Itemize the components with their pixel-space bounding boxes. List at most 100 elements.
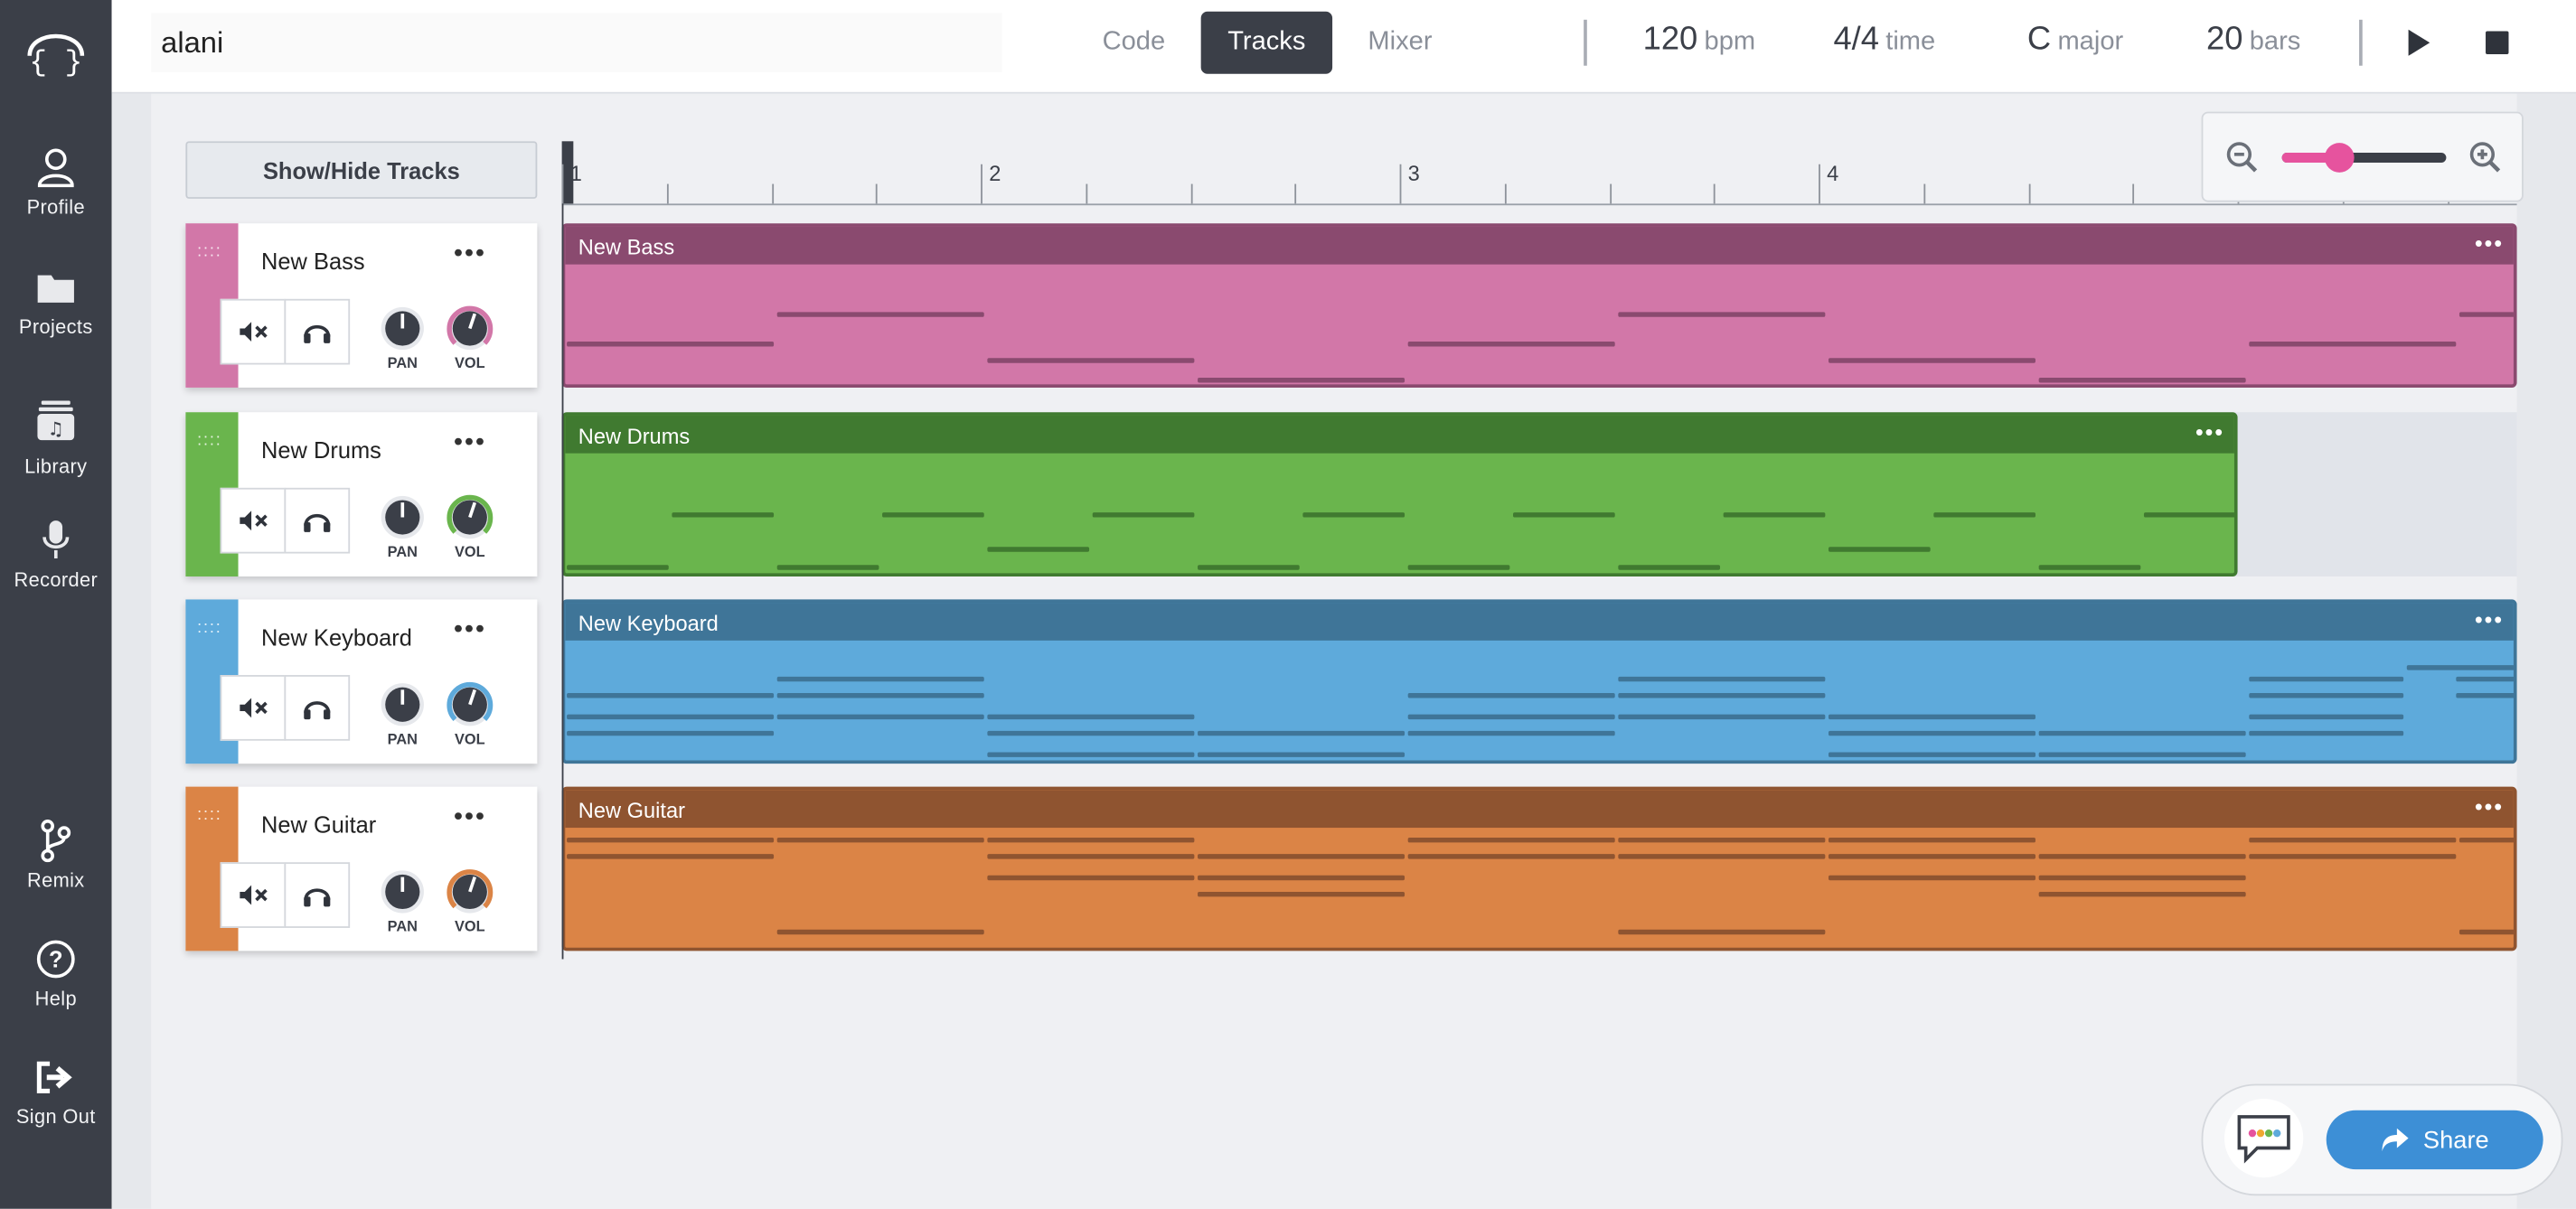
drag-handle-icon[interactable]: ::::	[197, 620, 227, 636]
pan-knob[interactable]	[378, 304, 428, 361]
share-arrow-icon	[2382, 1128, 2409, 1152]
sidebar-item-recorder[interactable]: Recorder	[0, 520, 112, 591]
beat-tick	[1609, 183, 1612, 204]
share-button[interactable]: Share	[2326, 1110, 2543, 1170]
note-bar	[987, 752, 1195, 757]
drag-handle-icon[interactable]: ::::	[197, 244, 227, 260]
sidebar-item-label: Projects	[18, 314, 93, 339]
mute-button[interactable]	[220, 298, 287, 365]
more-options-icon[interactable]: •••	[452, 804, 488, 834]
pan-knob[interactable]	[378, 867, 428, 925]
clip-more-options-icon[interactable]: •••	[2475, 231, 2504, 254]
volume-knob[interactable]	[446, 492, 495, 550]
note-bar	[2458, 312, 2514, 317]
zoom-out-icon[interactable]	[2226, 141, 2259, 182]
sidebar-item-help[interactable]: ? Help	[0, 940, 112, 1010]
solo-button[interactable]	[284, 675, 351, 741]
clip-header[interactable]: New Keyboard •••	[565, 603, 2514, 641]
stop-icon[interactable]	[2481, 26, 2514, 59]
volume-knob[interactable]	[446, 304, 495, 361]
svg-text:♫: ♫	[48, 417, 64, 439]
clip-header[interactable]: New Bass •••	[565, 226, 2514, 265]
zoom-in-icon[interactable]	[2469, 141, 2502, 182]
sidebar-item-projects[interactable]: Projects	[0, 267, 112, 338]
mute-button[interactable]	[220, 675, 287, 741]
beat-tick	[771, 183, 774, 204]
note-bar	[1828, 358, 2036, 363]
clip-drums[interactable]: New Drums •••	[561, 412, 2238, 576]
bar-tick	[981, 164, 982, 204]
time-signature-display[interactable]: 4/4 time	[1833, 22, 1935, 60]
track-name[interactable]: New Drums	[261, 436, 381, 463]
volume-knob[interactable]	[446, 679, 495, 737]
track-name[interactable]: New Keyboard	[261, 624, 412, 651]
pan-knob[interactable]	[378, 679, 428, 737]
mute-button[interactable]	[220, 862, 287, 928]
more-options-icon[interactable]: •••	[452, 240, 488, 271]
clip-keyboard[interactable]: New Keyboard •••	[561, 599, 2517, 764]
track-header-drums[interactable]: :::: New Drums ••• PAN VOL	[185, 412, 538, 576]
note-bar	[776, 693, 984, 698]
solo-button[interactable]	[284, 862, 351, 928]
track-header-guitar[interactable]: :::: New Guitar ••• PAN VOL	[185, 786, 538, 951]
note-bar	[2249, 342, 2457, 347]
note-bar	[1828, 730, 2036, 736]
tab-mixer[interactable]: Mixer	[1341, 12, 1458, 74]
track-header-keyboard[interactable]: :::: New Keyboard ••• PAN VOL	[185, 599, 538, 764]
clip-more-options-icon[interactable]: •••	[2475, 608, 2504, 631]
workspace-margin	[2516, 93, 2576, 1209]
note-bar	[2038, 891, 2246, 897]
note-bar	[2249, 676, 2404, 682]
clip-header[interactable]: New Drums •••	[565, 415, 2234, 454]
length-display[interactable]: 20 bars	[2206, 22, 2300, 60]
solo-button[interactable]	[284, 298, 351, 365]
zoom-control	[2201, 111, 2524, 202]
track-name[interactable]: New Bass	[261, 248, 365, 274]
zoom-slider[interactable]	[2281, 143, 2447, 173]
clip-bass[interactable]: New Bass •••	[561, 223, 2517, 388]
pan-knob[interactable]	[378, 492, 428, 550]
bar-tick	[1399, 164, 1402, 204]
sidebar-item-sign-out[interactable]: Sign Out	[0, 1058, 112, 1129]
clip-title: New Guitar	[578, 798, 685, 823]
mute-button[interactable]	[220, 487, 287, 554]
note-bar	[987, 854, 1195, 859]
clip-header[interactable]: New Guitar •••	[565, 790, 2514, 829]
clip-more-options-icon[interactable]: •••	[2195, 420, 2224, 443]
drag-handle-icon[interactable]: ::::	[197, 433, 227, 449]
sidebar-item-profile[interactable]: Profile	[0, 148, 112, 219]
note-bar	[987, 837, 1195, 843]
headphones-logo-icon[interactable]: { }	[20, 16, 92, 80]
clip-more-options-icon[interactable]: •••	[2475, 795, 2504, 818]
more-options-icon[interactable]: •••	[452, 429, 488, 460]
zoom-slider-thumb[interactable]	[2324, 143, 2355, 173]
microphone-icon	[36, 520, 76, 560]
show-hide-tracks-button[interactable]: Show/Hide Tracks	[185, 141, 538, 199]
tab-tracks[interactable]: Tracks	[1201, 11, 1332, 74]
more-options-icon[interactable]: •••	[452, 617, 488, 647]
note-bar	[2038, 565, 2141, 570]
note-bar	[567, 730, 775, 736]
volume-knob[interactable]	[446, 867, 495, 925]
tab-code[interactable]: Code	[1076, 12, 1192, 74]
chat-icon[interactable]	[2224, 1098, 2304, 1178]
clip-guitar[interactable]: New Guitar •••	[561, 786, 2517, 951]
mute-icon	[240, 322, 268, 342]
mute-icon	[240, 511, 268, 531]
project-name-input[interactable]	[151, 13, 1002, 72]
note-bar	[2406, 665, 2514, 670]
drag-handle-icon[interactable]: ::::	[197, 807, 227, 823]
sidebar-item-remix[interactable]: Remix	[0, 819, 112, 892]
track-name[interactable]: New Guitar	[261, 811, 376, 838]
note-bar	[1618, 854, 1826, 859]
workspace-margin	[111, 93, 152, 1209]
bar-tick	[561, 164, 564, 204]
track-header-bass[interactable]: :::: New Bass ••• PAN VOL	[185, 223, 538, 388]
solo-button[interactable]	[284, 487, 351, 554]
key-display[interactable]: Cmajor	[2027, 22, 2123, 60]
note-bar	[1407, 342, 1615, 347]
sidebar-item-library[interactable]: ♫ Library	[0, 394, 112, 478]
tempo-display[interactable]: 120 bpm	[1643, 22, 1756, 60]
clip-notes	[565, 828, 2514, 948]
play-icon[interactable]	[2402, 26, 2434, 59]
